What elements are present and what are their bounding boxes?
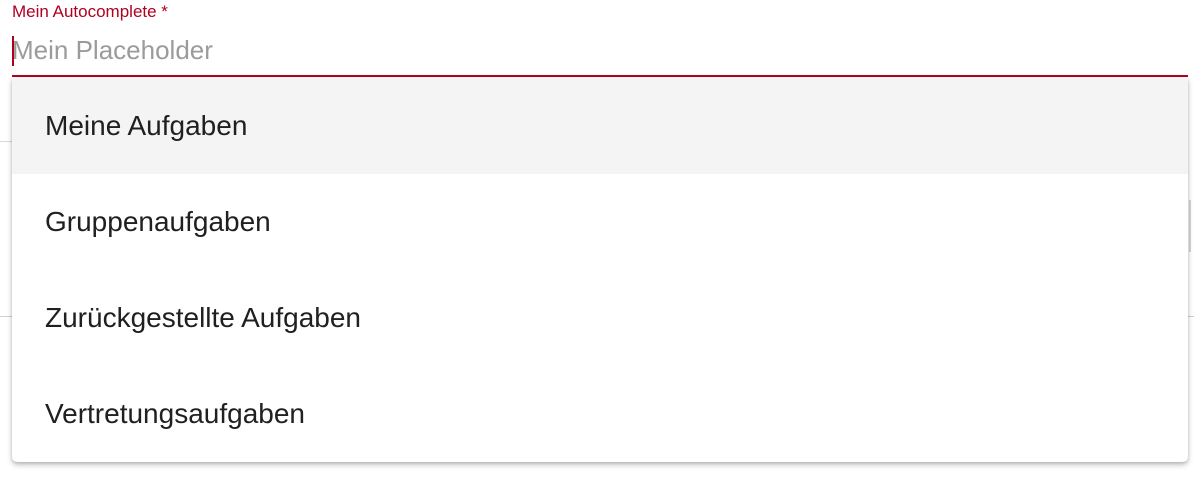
option-gruppenaufgaben[interactable]: Gruppenaufgaben [12,174,1188,270]
field-underline [12,75,1188,77]
field-label: Mein Autocomplete * [12,2,168,21]
option-label: Vertretungsaufgaben [45,398,305,429]
background-divider [0,316,12,317]
autocomplete-input[interactable] [12,30,1188,70]
option-vertretungsaufgaben[interactable]: Vertretungsaufgaben [12,366,1188,462]
text-caret [12,36,14,66]
autocomplete-field: Mein Autocomplete * [12,0,1188,78]
option-label: Gruppenaufgaben [45,206,271,237]
option-meine-aufgaben[interactable]: Meine Aufgaben [12,78,1188,174]
option-label: Meine Aufgaben [45,110,248,141]
autocomplete-screen: Mein Autocomplete * Meine Aufgaben Grupp… [0,0,1194,482]
background-edge [1189,200,1191,252]
background-divider [0,141,12,142]
autocomplete-dropdown-panel: Meine Aufgaben Gruppenaufgaben Zurückges… [12,78,1188,462]
option-zurueckgestellte-aufgaben[interactable]: Zurückgestellte Aufgaben [12,270,1188,366]
background-divider [1188,316,1194,317]
option-label: Zurückgestellte Aufgaben [45,302,361,333]
